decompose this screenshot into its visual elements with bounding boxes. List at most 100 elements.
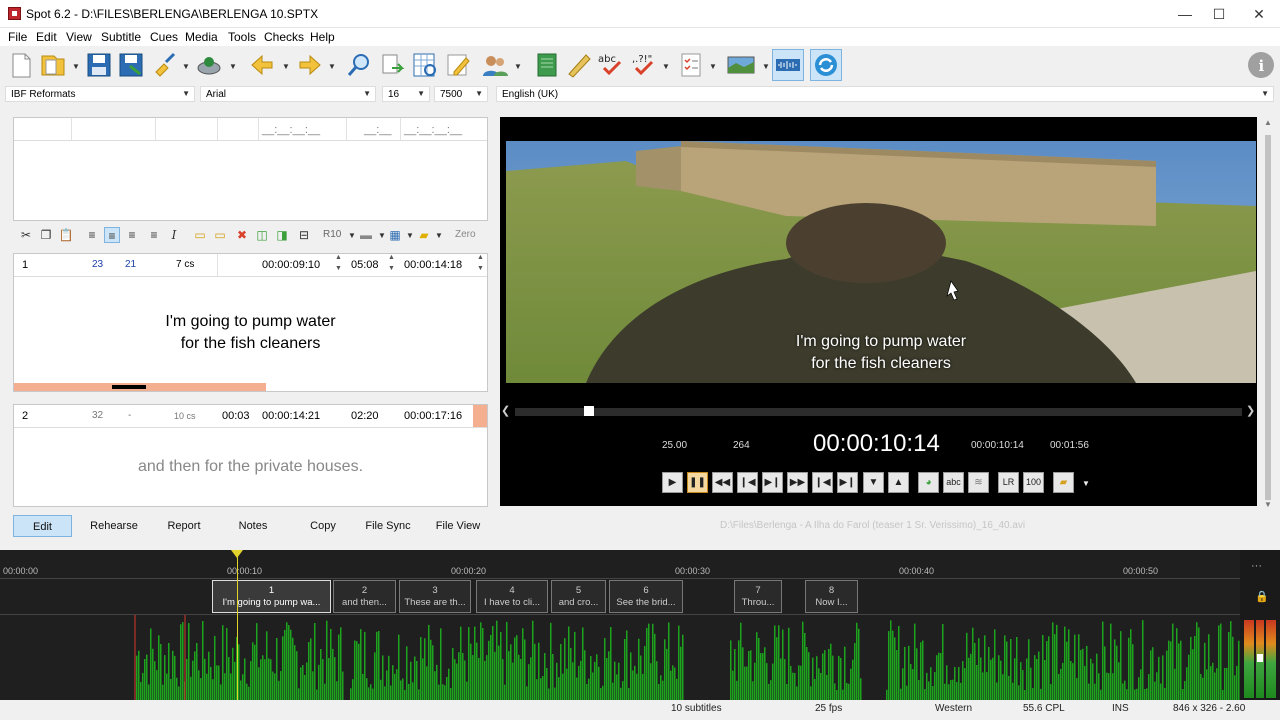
language-select[interactable]: English (UK) ▼ <box>496 86 1274 102</box>
duration-field[interactable]: 05:08 <box>351 259 379 271</box>
subtitle-line-2[interactable]: for the fish cleaners <box>14 333 487 355</box>
open-dropdown-icon[interactable]: ▼ <box>72 62 80 71</box>
timeline-subtitle-block[interactable]: 3 These are th... <box>399 580 471 613</box>
timeline-more-icon[interactable]: ··· <box>1251 560 1262 572</box>
next-subtitle-panel[interactable]: 2 32 - 10 cs 00:03 00:00:14:21 02:20 00:… <box>13 404 488 507</box>
next-tc-out[interactable]: 00:00:17:16 <box>404 410 462 422</box>
align-center-icon[interactable]: ≡ <box>104 227 120 243</box>
new-file-icon[interactable] <box>6 50 36 80</box>
delete-format-icon[interactable]: ✖ <box>234 227 250 243</box>
video-frame-icon[interactable] <box>726 50 756 80</box>
waveform-toggle-icon[interactable] <box>772 49 804 81</box>
italic-icon[interactable]: I <box>166 227 182 243</box>
scrub-right-icon[interactable]: ❯ <box>1246 404 1255 417</box>
timeline-lock-icon[interactable]: 🔒 <box>1255 590 1269 603</box>
position-icon[interactable]: ◨ <box>274 227 290 243</box>
timeline-subtitle-block[interactable]: 1 I'm going to pump wa... <box>212 580 331 613</box>
remove-tag-icon[interactable]: ▭ <box>212 227 228 243</box>
edit-pencil-icon[interactable] <box>444 50 474 80</box>
style-select[interactable]: IBF Reformats ▼ <box>5 86 195 102</box>
users-icon[interactable] <box>480 50 510 80</box>
speed-dial-icon[interactable]: ◕ <box>918 472 939 493</box>
align-left-icon[interactable]: ≡ <box>84 227 100 243</box>
timeline-subtitle-block[interactable]: 2 and then... <box>333 580 396 613</box>
menu-checks[interactable]: Checks <box>264 30 304 44</box>
open-media-dropdown-icon[interactable]: ▼ <box>1082 479 1090 488</box>
video-frame-dropdown-icon[interactable]: ▼ <box>762 62 770 71</box>
menu-tools[interactable]: Tools <box>228 30 256 44</box>
goto-out-icon[interactable]: ▶❙ <box>837 472 858 493</box>
justify-icon[interactable]: ≡ <box>146 227 162 243</box>
sync-toggle-icon[interactable] <box>810 49 842 81</box>
tc-out-spin-down-icon[interactable]: ▼ <box>477 265 484 272</box>
playhead-line[interactable] <box>237 556 238 700</box>
next-tc-in[interactable]: 00:00:14:21 <box>262 410 320 422</box>
scrub-left-icon[interactable]: ❮ <box>501 404 510 417</box>
checklist-icon[interactable] <box>676 50 706 80</box>
ruler-icon[interactable] <box>564 50 594 80</box>
menu-cues[interactable]: Cues <box>150 30 178 44</box>
timeline-subtitle-block[interactable]: 5 and cro... <box>551 580 606 613</box>
tc-in-field[interactable]: 00:00:09:10 <box>262 259 320 271</box>
frame-back-icon[interactable]: ❙◀ <box>737 472 758 493</box>
close-button[interactable]: ✕ <box>1236 0 1280 28</box>
play-icon[interactable]: ▶ <box>662 472 683 493</box>
duration-spin-down-icon[interactable]: ▼ <box>388 265 395 272</box>
scrub-handle[interactable] <box>584 406 594 416</box>
timeline-subtitle-block[interactable]: 4I have to cli... <box>476 580 548 613</box>
menu-edit[interactable]: Edit <box>36 30 57 44</box>
menu-view[interactable]: View <box>66 30 92 44</box>
clean-brush-icon[interactable] <box>150 50 180 80</box>
goto-in-icon[interactable]: ❙◀ <box>812 472 833 493</box>
export-icon[interactable] <box>378 50 408 80</box>
caption-toggle-abc[interactable]: abc <box>943 472 964 493</box>
scrub-track[interactable] <box>515 408 1242 416</box>
pause-icon[interactable]: ❚❚ <box>687 472 708 493</box>
playhead-marker-icon[interactable] <box>231 550 243 558</box>
checklist-dropdown-icon[interactable]: ▼ <box>709 62 717 71</box>
paste-icon[interactable]: 📋 <box>58 227 74 243</box>
open-media-icon[interactable]: ▰ <box>1053 472 1074 493</box>
rewind-icon[interactable]: ◀◀ <box>712 472 733 493</box>
tc-in-spin-up-icon[interactable]: ▲ <box>335 254 342 261</box>
split-icon[interactable]: ⊟ <box>296 227 312 243</box>
next-dropdown-icon[interactable]: ▼ <box>328 62 336 71</box>
find-icon[interactable] <box>344 50 374 80</box>
save-icon[interactable] <box>84 50 114 80</box>
next-subtitle-icon[interactable] <box>294 50 324 80</box>
spell-check-icon[interactable]: abc <box>596 50 626 80</box>
box-style-icon[interactable]: ▬ <box>358 227 374 243</box>
save-as-icon[interactable] <box>116 50 146 80</box>
punctuation-check-icon[interactable]: ,.?!" <box>628 50 658 80</box>
font-select[interactable]: Arial ▼ <box>200 86 376 102</box>
audio-wave-icon[interactable]: ≋ <box>968 472 989 493</box>
current-subtitle-panel[interactable]: 1 23 21 7 cs 00:00:09:10 ▲ ▼ 05:08 ▲ ▼ 0… <box>13 253 488 392</box>
tab-copy[interactable]: Copy <box>296 515 350 537</box>
tc-out-spin-up-icon[interactable]: ▲ <box>477 254 484 261</box>
menu-file[interactable]: File <box>8 30 27 44</box>
tab-edit[interactable]: Edit <box>13 515 72 537</box>
copy-icon[interactable]: ❐ <box>38 227 54 243</box>
move-up-icon[interactable]: ▲ <box>888 472 909 493</box>
tab-file-view[interactable]: File View <box>428 515 488 537</box>
subtitle-line-1[interactable]: I'm going to pump water <box>14 311 487 333</box>
lr-button[interactable]: LR <box>998 472 1019 493</box>
box-style-dropdown-icon[interactable]: ▼ <box>378 231 386 240</box>
frame-forward-icon[interactable]: ▶❙ <box>762 472 783 493</box>
move-down-icon[interactable]: ▼ <box>863 472 884 493</box>
info-icon[interactable]: i <box>1246 50 1276 80</box>
r10-dropdown-icon[interactable]: ▼ <box>348 231 356 240</box>
r10-label[interactable]: R10 <box>323 229 341 240</box>
tab-rehearse[interactable]: Rehearse <box>84 515 144 537</box>
publish-icon[interactable] <box>194 50 224 80</box>
duration-spin-up-icon[interactable]: ▲ <box>388 254 395 261</box>
highlight-dropdown-icon[interactable]: ▼ <box>435 231 443 240</box>
timeline-subtitle-block[interactable]: 8 Now I... <box>805 580 858 613</box>
zero-button[interactable]: Zero <box>455 229 476 240</box>
box-icon[interactable]: ◫ <box>254 227 270 243</box>
clean-dropdown-icon[interactable]: ▼ <box>182 62 190 71</box>
tc-in-spin-down-icon[interactable]: ▼ <box>335 265 342 272</box>
zoom-100-button[interactable]: 100 <box>1023 472 1044 493</box>
color-grid-icon[interactable]: ▦ <box>387 227 403 243</box>
notebook-icon[interactable] <box>532 50 562 80</box>
